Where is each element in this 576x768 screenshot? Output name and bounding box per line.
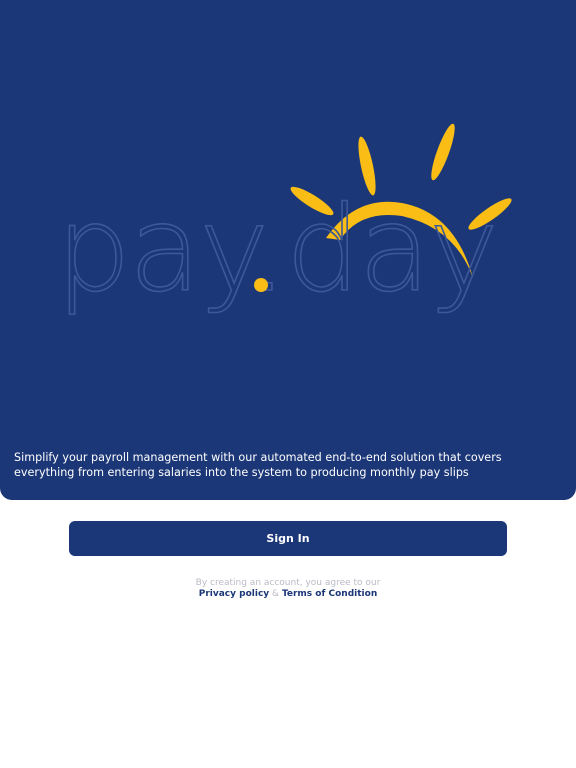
legal-notice: By creating an account, you agree to our… [0,578,576,600]
payday-logo: pay.day [55,123,512,319]
terms-link[interactable]: Terms of Condition [282,589,377,599]
tagline-text: Simplify your payroll management with ou… [14,451,502,479]
legal-separator: & [272,589,280,599]
legal-prefix: By creating an account, you agree to our [195,578,381,588]
privacy-policy-link[interactable]: Privacy policy [199,589,269,599]
logo-wordmark: pay.day [56,180,497,318]
hero-panel: pay.day Simplify your payroll management… [0,0,576,500]
logo-dot [254,278,268,292]
sign-in-button[interactable]: Sign In [69,521,507,556]
